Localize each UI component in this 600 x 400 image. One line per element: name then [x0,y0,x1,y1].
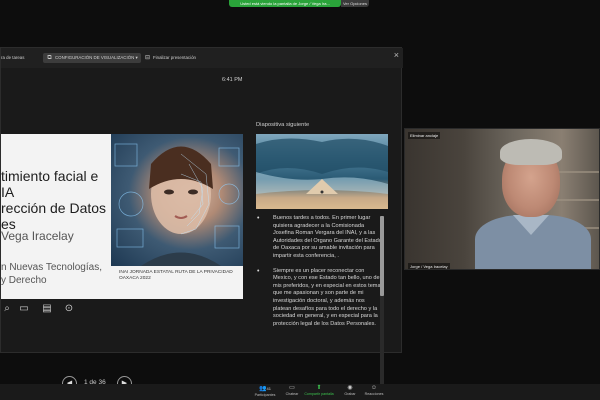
slide-affiliation: n Nuevas Tecnologías, y Derecho [1,262,102,286]
reactions-label: Reacciones [364,392,384,396]
share-icon: ⬆ [316,385,322,391]
reactions-icon: ☺ [370,385,378,391]
screen-share-banner: Usted está viendo la pantalla de Jorge /… [229,0,341,7]
bookshelf [555,171,599,173]
chevron-down-icon: ▾ [135,55,138,60]
slide-caption: INAI JORNADA ESTATAL RUTA DE LA PRIVACID… [119,270,233,281]
next-slide-thumbnail[interactable] [256,134,388,209]
taskbar-button[interactable]: ra de tareas [1,53,24,63]
end-presentation-button[interactable]: ⊟ Finalizar presentación [144,53,196,63]
close-icon[interactable]: × [394,50,399,60]
subtitles-icon[interactable]: ▤ [41,303,53,315]
slide-tools: ⌕ ▭ ▤ ⊙ [1,300,81,316]
display-settings-icon: ⧉ [47,55,52,61]
reactions-button[interactable]: ☺ Reacciones [357,385,391,397]
end-slideshow-icon: ⊟ [144,55,151,61]
participants-count: 41 [266,386,271,391]
taskbar-label: ra de tareas [1,55,25,60]
participant-name: Jorge / Vega Iracelay [408,263,450,269]
person-hair [500,139,562,165]
view-options-button[interactable]: Ver Opciones [341,0,369,7]
next-slide-graphic [256,138,388,194]
note-paragraph: Siempre es un placer reconectar con Mexi… [256,268,384,329]
unpin-button[interactable]: Eliminar anclaje [408,132,441,139]
presenter-view: ra de tareas ⧉ CONFIGURACIÓN DE VISUALIZA… [0,47,403,391]
more-options-icon[interactable]: ⊙ [63,303,75,315]
note-paragraph: Buenos tardes a todos. En primer lugar q… [256,215,384,261]
presenter-toolbar: ra de tareas ⧉ CONFIGURACIÓN DE VISUALIZA… [1,48,403,68]
participant-video: Eliminar anclaje Jorge / Vega Iracelay [404,128,600,270]
clock-time: 6:41 PM [222,77,243,83]
current-slide: timiento facial e IA rección de Datos es… [1,134,243,299]
display-settings-button[interactable]: ⧉ CONFIGURACIÓN DE VISUALIZACIÓN ▾ [43,53,141,63]
next-slide-label: Diapositiva siguiente [256,122,310,128]
face-recognition-graphic [114,143,240,266]
meeting-controls: 👥41 Participantes ▭ Chatear ⬆ Compartir … [0,384,600,400]
bookshelf [555,199,599,201]
notes-scroll-thumb[interactable] [380,216,384,296]
face-recognition-image [111,134,243,266]
magnifier-icon[interactable]: ⌕ [1,303,13,315]
screen-annotate-icon[interactable]: ▭ [18,303,30,315]
share-label: Compartir pantalla [304,392,334,396]
notes-scrollbar[interactable] [380,216,384,384]
slide-title: timiento facial e IA rección de Datos es [1,168,107,232]
end-presentation-label: Finalizar presentación [153,55,196,60]
share-screen-button[interactable]: ⬆ Compartir pantalla [302,385,336,397]
slide-author: Vega Iracelay [1,229,74,243]
display-settings-label: CONFIGURACIÓN DE VISUALIZACIÓN [55,55,135,60]
speaker-notes[interactable]: Buenos tardes a todos. En primer lugar q… [256,215,384,385]
